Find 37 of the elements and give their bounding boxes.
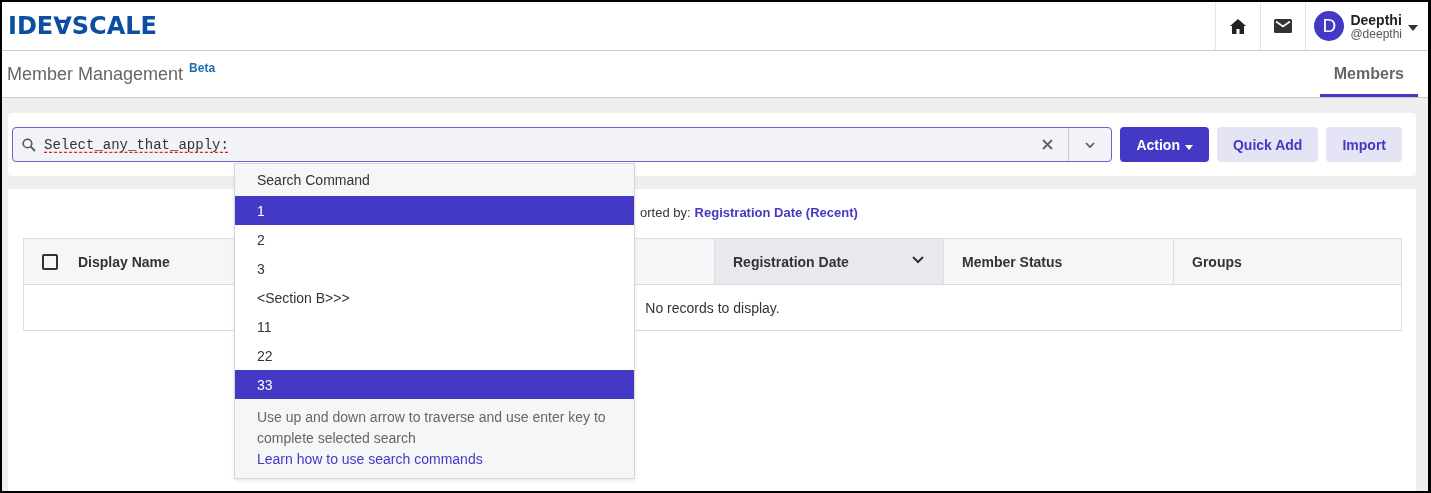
dropdown-item[interactable]: 22 [235,341,634,370]
action-menu-button[interactable]: Action [1120,127,1209,162]
column-header[interactable]: Member Status [962,253,1063,270]
sort-label: orted by: [640,205,691,220]
page-title: Member Management [7,64,184,86]
dropdown-item[interactable]: 2 [235,225,634,254]
hint-text: Use up and down arrow to traverse and use enter key to complete selected search [257,408,607,448]
column-header[interactable]: Registration Date [733,253,849,270]
toolbar-button[interactable]: Import [1326,127,1402,162]
empty-message: No records to display. [645,299,780,316]
sort-link[interactable]: Registration Date (Recent) [694,205,858,220]
search-icon [22,137,36,152]
tab[interactable]: Members [1319,51,1418,97]
user-name: Deepthi [1350,11,1402,28]
mail-icon[interactable] [1274,19,1293,33]
search-input[interactable]: Select_any_that_apply: [44,136,1028,153]
search-bar[interactable]: Select_any_that_apply: [12,127,1113,162]
dropdown-item[interactable]: <Section B>>> [235,283,634,312]
clear-icon[interactable] [1042,138,1054,150]
select-all-checkbox[interactable] [42,253,58,270]
dropdown-header: Search Command [235,164,634,196]
user-menu[interactable]: D Deepthi @deepthi [1305,2,1428,50]
dropdown-item[interactable]: 1 [235,196,634,225]
beta-label: Beta [189,61,216,77]
dropdown-item[interactable]: 3 [235,254,634,283]
dropdown-item[interactable]: 11 [235,312,634,341]
toolbar-button[interactable]: Quick Add [1216,127,1319,162]
column-header[interactable]: Groups [1192,253,1242,270]
help-link[interactable]: Learn how to use search commands [257,449,483,470]
user-handle: @deepthi [1350,26,1402,41]
caret-icon [1184,144,1193,150]
home-icon[interactable] [1230,18,1247,34]
logo[interactable]: IDE∀SCALE [8,12,157,40]
dropdown-item[interactable]: 33 [235,370,634,399]
avatar: D [1314,11,1345,41]
caret-icon [1408,25,1418,31]
column-header[interactable]: Display Name [78,253,170,270]
